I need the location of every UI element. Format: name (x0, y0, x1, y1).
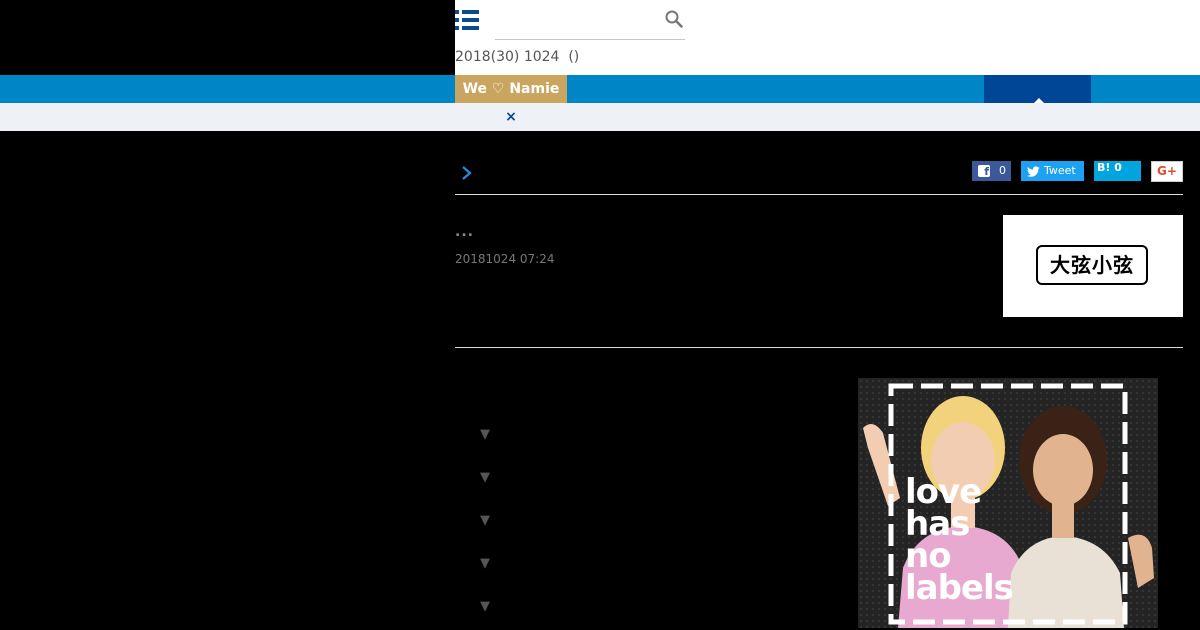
toc-toggle-icon[interactable]: ▼ (480, 471, 490, 485)
toc-toggle-icon[interactable]: ▼ (480, 600, 490, 614)
column-logo-text: 大弦小弦 (1036, 245, 1148, 285)
toc-toggle-icon[interactable]: ▼ (480, 428, 490, 442)
site-header: 2018(30) 1024 () (455, 0, 1200, 75)
advertisement-image[interactable]: love has no labels (858, 378, 1158, 628)
chevron-right-icon[interactable] (460, 165, 474, 181)
tweet-label: Tweet (1044, 164, 1076, 177)
post-datetime: 20181024 07:24 (455, 252, 555, 266)
tweet-button[interactable]: Tweet (1021, 161, 1084, 181)
search-icon[interactable] (665, 10, 683, 28)
post-title: ... (455, 224, 474, 240)
hatena-label: B! 0 (1097, 161, 1122, 174)
search-field (495, 0, 685, 40)
list-menu-icon[interactable] (455, 8, 481, 32)
facebook-share-button[interactable]: f 0 (972, 161, 1011, 181)
column-logo: 大弦小弦 (1003, 215, 1183, 317)
hatena-bookmark-button[interactable]: B! 0 (1094, 161, 1141, 181)
divider (455, 347, 1183, 348)
nav-badge-we-love-namie[interactable]: We ♡ Namie (455, 75, 567, 103)
search-input[interactable] (495, 6, 659, 34)
twitter-bird-icon (1027, 165, 1040, 177)
ad-slogan-line: labels (905, 568, 1014, 608)
ad-slogan: love has no labels (905, 475, 1105, 608)
edition-date: 2018(30) 1024 () (455, 49, 580, 65)
notice-bar: × (0, 103, 1200, 131)
divider (455, 194, 1183, 195)
nav-tab-active[interactable] (984, 75, 1091, 103)
main-nav: We ♡ Namie (0, 75, 1200, 103)
google-plus-button[interactable]: G+ (1151, 161, 1183, 182)
toc-toggle-icon[interactable]: ▼ (480, 514, 490, 528)
close-icon[interactable]: × (504, 103, 518, 131)
toc-toggle-icon[interactable]: ▼ (480, 557, 490, 571)
facebook-icon: f (978, 165, 990, 178)
facebook-share-count: 0 (999, 164, 1006, 177)
